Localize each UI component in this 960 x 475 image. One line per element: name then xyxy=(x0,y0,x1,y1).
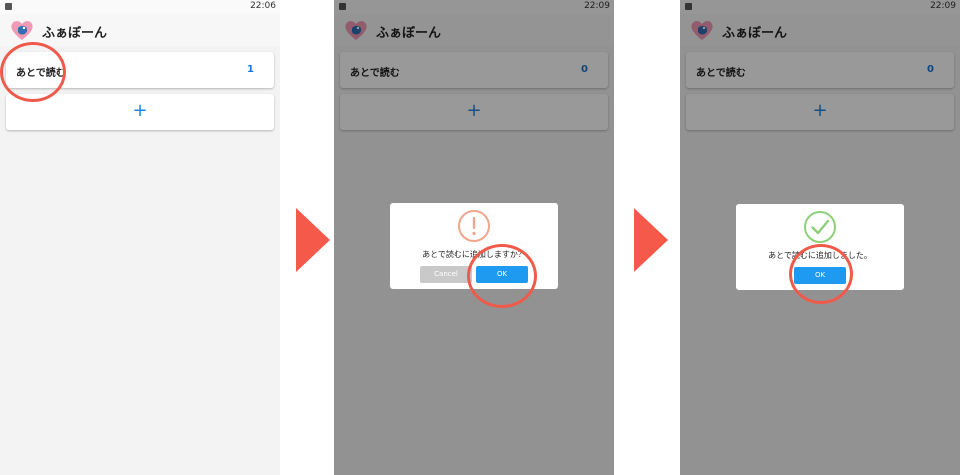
tutorial-canvas: 22:06 ふぁぼーん あとで読む 1 + 22:09 ふぁぼーん あとで読む … xyxy=(0,0,960,475)
notification-icon xyxy=(5,3,12,10)
tap-highlight-ring xyxy=(0,42,66,102)
screen-step-3: 22:09 ふぁぼーん あとで読む 0 + あとで読むに追加しました。 OK xyxy=(680,0,960,475)
next-arrow-icon xyxy=(296,208,330,272)
screen-step-2: 22:09 ふぁぼーん あとで読む 0 + あとで読むに追加しますか？ Canc… xyxy=(334,0,614,475)
cancel-button[interactable]: Cancel xyxy=(420,266,472,283)
status-time: 22:06 xyxy=(250,1,276,11)
status-bar: 22:06 xyxy=(0,0,280,14)
tap-highlight-ring xyxy=(467,244,537,308)
app-bar: ふぁぼーん xyxy=(0,14,280,46)
main-content: あとで読む 1 + xyxy=(0,46,280,475)
app-logo-icon xyxy=(11,21,33,40)
app-title: ふぁぼーん xyxy=(42,26,108,41)
tap-highlight-ring xyxy=(789,244,853,304)
exclamation-circle-icon xyxy=(458,210,490,242)
check-circle-icon xyxy=(804,211,836,243)
plus-icon: + xyxy=(132,100,148,121)
list-item-count: 1 xyxy=(247,64,254,75)
next-arrow-icon xyxy=(634,208,668,272)
